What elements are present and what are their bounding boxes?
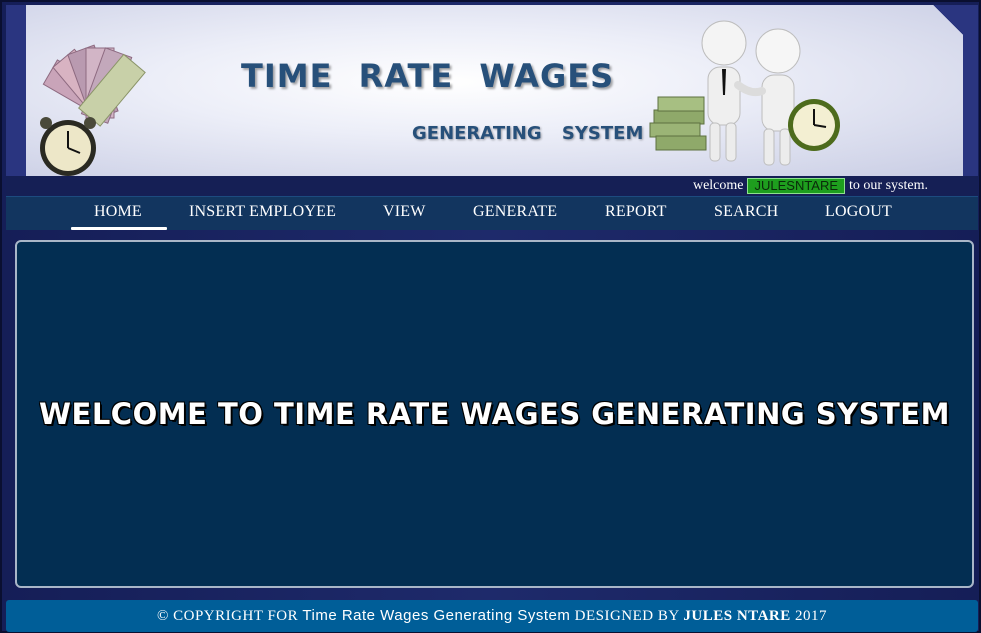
app-subtitle: GENERATING SYSTEM [412, 123, 644, 144]
welcome-message: welcome JULESNTARE to our system. [693, 178, 928, 194]
nav-logout[interactable]: LOGOUT [825, 203, 892, 221]
footer: © COPYRIGHT FOR Time Rate Wages Generati… [6, 600, 978, 632]
banner-corner [933, 5, 963, 35]
header-banner: TIME RATE WAGES GENERATING SYSTEM [6, 5, 978, 176]
footer-copyright: © COPYRIGHT FOR [156, 608, 299, 624]
main-content-panel: WELCOME TO TIME RATE WAGES GENERATING SY… [15, 240, 974, 588]
footer-designed-by: DESIGNED BY [574, 608, 680, 624]
nav-generate[interactable]: GENERATE [473, 203, 557, 221]
banner-background: TIME RATE WAGES GENERATING SYSTEM [26, 5, 963, 176]
welcome-heading: WELCOME TO TIME RATE WAGES GENERATING SY… [39, 397, 950, 431]
footer-app-name: Time Rate Wages Generating System [302, 607, 571, 624]
active-tab-indicator [71, 227, 167, 230]
app-frame: TIME RATE WAGES GENERATING SYSTEM welcom… [0, 0, 981, 633]
nav-report[interactable]: REPORT [605, 203, 667, 221]
welcome-bar: welcome JULESNTARE to our system. [6, 176, 978, 196]
app-title: TIME RATE WAGES [241, 57, 615, 95]
nav-home[interactable]: HOME [94, 203, 142, 221]
nav-search[interactable]: SEARCH [714, 203, 778, 221]
nav-view[interactable]: VIEW [383, 203, 426, 221]
main-nav: HOME INSERT EMPLOYEE VIEW GENERATE REPOR… [6, 196, 978, 230]
nav-insert-employee[interactable]: INSERT EMPLOYEE [189, 203, 336, 221]
money-clock-icon [40, 44, 146, 176]
handshake-icon [649, 20, 840, 166]
welcome-prefix: welcome [692, 178, 744, 193]
footer-year: 2017 [795, 608, 827, 624]
username-badge: JULESNTARE [747, 178, 846, 194]
welcome-suffix: to our system. [849, 178, 928, 193]
footer-author: JULES NTARE [683, 608, 791, 624]
